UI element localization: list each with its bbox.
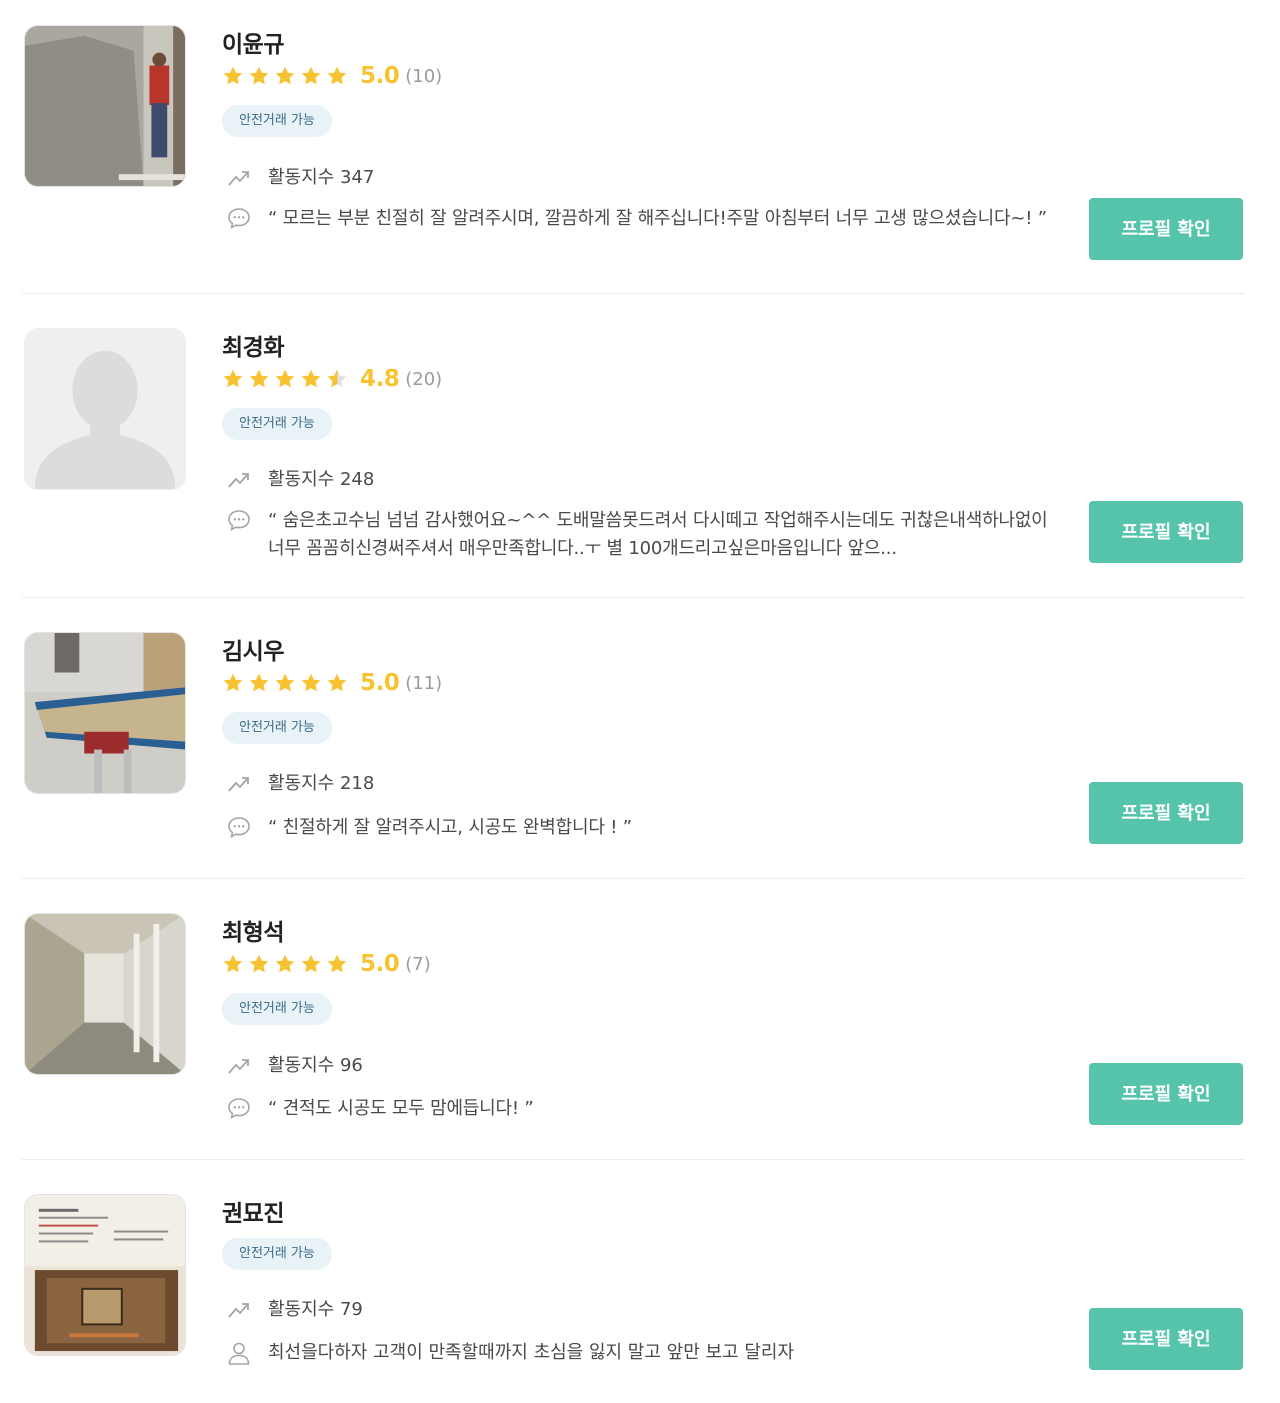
rating: 5.0 (10) <box>222 63 442 89</box>
expert-card[interactable]: 권묘진 안전거래 가능 활동지수 79 최선을다하자 고객이 만족할때까지 초심… <box>22 1194 1244 1403</box>
star-icon <box>327 66 347 85</box>
review-count: (7) <box>405 953 431 975</box>
activity-row: 활동지수 248 <box>226 467 374 493</box>
star-rating <box>222 368 348 390</box>
activity-score: 활동지수 248 <box>268 469 375 490</box>
star-icon <box>275 66 295 85</box>
star-icon <box>275 369 295 388</box>
activity-row: 활동지수 218 <box>226 771 374 797</box>
rating-score: 5.0 <box>360 670 400 696</box>
view-profile-button[interactable]: 프로필 확인 <box>1089 198 1243 260</box>
trending-up-icon <box>226 165 252 191</box>
expert-photo[interactable] <box>24 328 186 490</box>
safe-payment-badge: 안전거래 가능 <box>222 1238 332 1270</box>
star-icon <box>249 954 269 973</box>
review-text: “ 친절하게 잘 알려주시고, 시공도 완벽합니다 ! ” <box>268 817 632 838</box>
activity-score: 활동지수 347 <box>268 167 375 188</box>
trending-up-icon <box>226 467 252 493</box>
star-icon <box>223 369 243 388</box>
rating-score: 5.0 <box>360 951 400 977</box>
review-row: “ 모르는 부분 친절히 잘 알려주시며, 깔끔하게 잘 해주십니다!주말 아침… <box>226 205 1048 233</box>
star-icon <box>275 673 295 692</box>
hallway-photo <box>25 914 185 1074</box>
expert-photo[interactable] <box>24 632 186 794</box>
star-icon <box>223 66 243 85</box>
star-icon <box>223 673 243 692</box>
speech-bubble-icon <box>226 814 252 840</box>
trending-up-icon <box>226 1053 252 1079</box>
speech-bubble-icon <box>226 1095 252 1121</box>
view-profile-button[interactable]: 프로필 확인 <box>1089 782 1243 844</box>
expert-name[interactable]: 김시우 <box>222 632 284 666</box>
wall-plastering-photo <box>25 26 185 186</box>
default-avatar <box>25 329 185 489</box>
expert-name[interactable]: 최형석 <box>222 913 284 947</box>
star-icon <box>249 66 269 85</box>
rating: 5.0 (11) <box>222 670 442 696</box>
activity-score: 활동지수 218 <box>268 773 375 794</box>
business-card-photo <box>25 1195 185 1355</box>
speech-bubble-icon <box>226 507 252 533</box>
rating: 4.8 (20) <box>222 366 442 392</box>
star-icon <box>301 673 321 692</box>
star-rating <box>222 672 348 694</box>
expert-card[interactable]: 이윤규 5.0 (10) 안전거래 가능 활동지수 347 “ 모르는 부분 친… <box>22 25 1244 294</box>
review-count: (20) <box>405 368 443 390</box>
star-icon <box>301 954 321 973</box>
review-text: “ 숨은초고수님 넘넘 감사했어요~^^ 도배말씀못드려서 다시떼고 작업해주시… <box>268 510 1048 559</box>
activity-score: 활동지수 96 <box>268 1055 363 1076</box>
expert-card[interactable]: 최경화 4.8 (20) 안전거래 가능 활동지수 248 “ 숨은초고수님 넘… <box>22 328 1244 598</box>
expert-card[interactable]: 최형석 5.0 (7) 안전거래 가능 활동지수 96 “ 견적도 시공도 모두… <box>22 913 1244 1160</box>
review-row: “ 친절하게 잘 알려주시고, 시공도 완벽합니다 ! ” <box>226 814 1048 842</box>
star-icon <box>223 954 243 973</box>
safe-payment-badge: 안전거래 가능 <box>222 712 332 744</box>
star-rating <box>222 65 348 87</box>
star-icon <box>327 673 347 692</box>
review-text: “ 견적도 시공도 모두 맘에듭니다! ” <box>268 1098 534 1119</box>
view-profile-button[interactable]: 프로필 확인 <box>1089 1063 1243 1125</box>
rating-score: 4.8 <box>360 366 400 392</box>
review-count: (10) <box>405 65 443 87</box>
trending-up-icon <box>226 771 252 797</box>
expert-photo[interactable] <box>24 25 186 187</box>
safe-payment-badge: 안전거래 가능 <box>222 408 332 440</box>
activity-row: 활동지수 96 <box>226 1053 363 1079</box>
expert-name[interactable]: 최경화 <box>222 328 284 362</box>
expert-photo[interactable] <box>24 1194 186 1356</box>
activity-row: 활동지수 79 <box>226 1297 363 1323</box>
star-icon <box>275 954 295 973</box>
expert-name[interactable]: 권묘진 <box>222 1194 284 1228</box>
star-icon <box>327 954 347 973</box>
intro-row: 최선을다하자 고객이 만족할때까지 초심을 잃지 말고 앞만 보고 달리자 <box>226 1340 794 1366</box>
star-rating <box>222 953 348 975</box>
expert-photo[interactable] <box>24 913 186 1075</box>
review-count: (11) <box>405 672 443 694</box>
expert-name[interactable]: 이윤규 <box>222 25 284 59</box>
view-profile-button[interactable]: 프로필 확인 <box>1089 501 1243 563</box>
star-icon <box>249 673 269 692</box>
activity-row: 활동지수 347 <box>226 165 374 191</box>
rating: 5.0 (7) <box>222 951 431 977</box>
speech-bubble-icon <box>226 205 252 231</box>
safe-payment-badge: 안전거래 가능 <box>222 105 332 137</box>
trending-up-icon <box>226 1297 252 1323</box>
view-profile-button[interactable]: 프로필 확인 <box>1089 1308 1243 1370</box>
user-icon <box>226 1340 252 1366</box>
activity-score: 활동지수 79 <box>268 1299 363 1320</box>
review-row: “ 숨은초고수님 넘넘 감사했어요~^^ 도배말씀못드려서 다시떼고 작업해주시… <box>226 507 1048 563</box>
review-text: “ 모르는 부분 친절히 잘 알려주시며, 깔끔하게 잘 해주십니다!주말 아침… <box>268 208 1047 229</box>
intro-text: 최선을다하자 고객이 만족할때까지 초심을 잃지 말고 앞만 보고 달리자 <box>268 1342 795 1363</box>
star-icon <box>301 66 321 85</box>
star-icon <box>301 369 321 388</box>
half-star-icon <box>327 369 347 388</box>
safe-payment-badge: 안전거래 가능 <box>222 993 332 1025</box>
wood-board-photo <box>25 633 185 793</box>
review-row: “ 견적도 시공도 모두 맘에듭니다! ” <box>226 1095 1048 1123</box>
star-icon <box>249 369 269 388</box>
rating-score: 5.0 <box>360 63 400 89</box>
expert-card[interactable]: 김시우 5.0 (11) 안전거래 가능 활동지수 218 “ 친절하게 잘 알… <box>22 632 1244 879</box>
